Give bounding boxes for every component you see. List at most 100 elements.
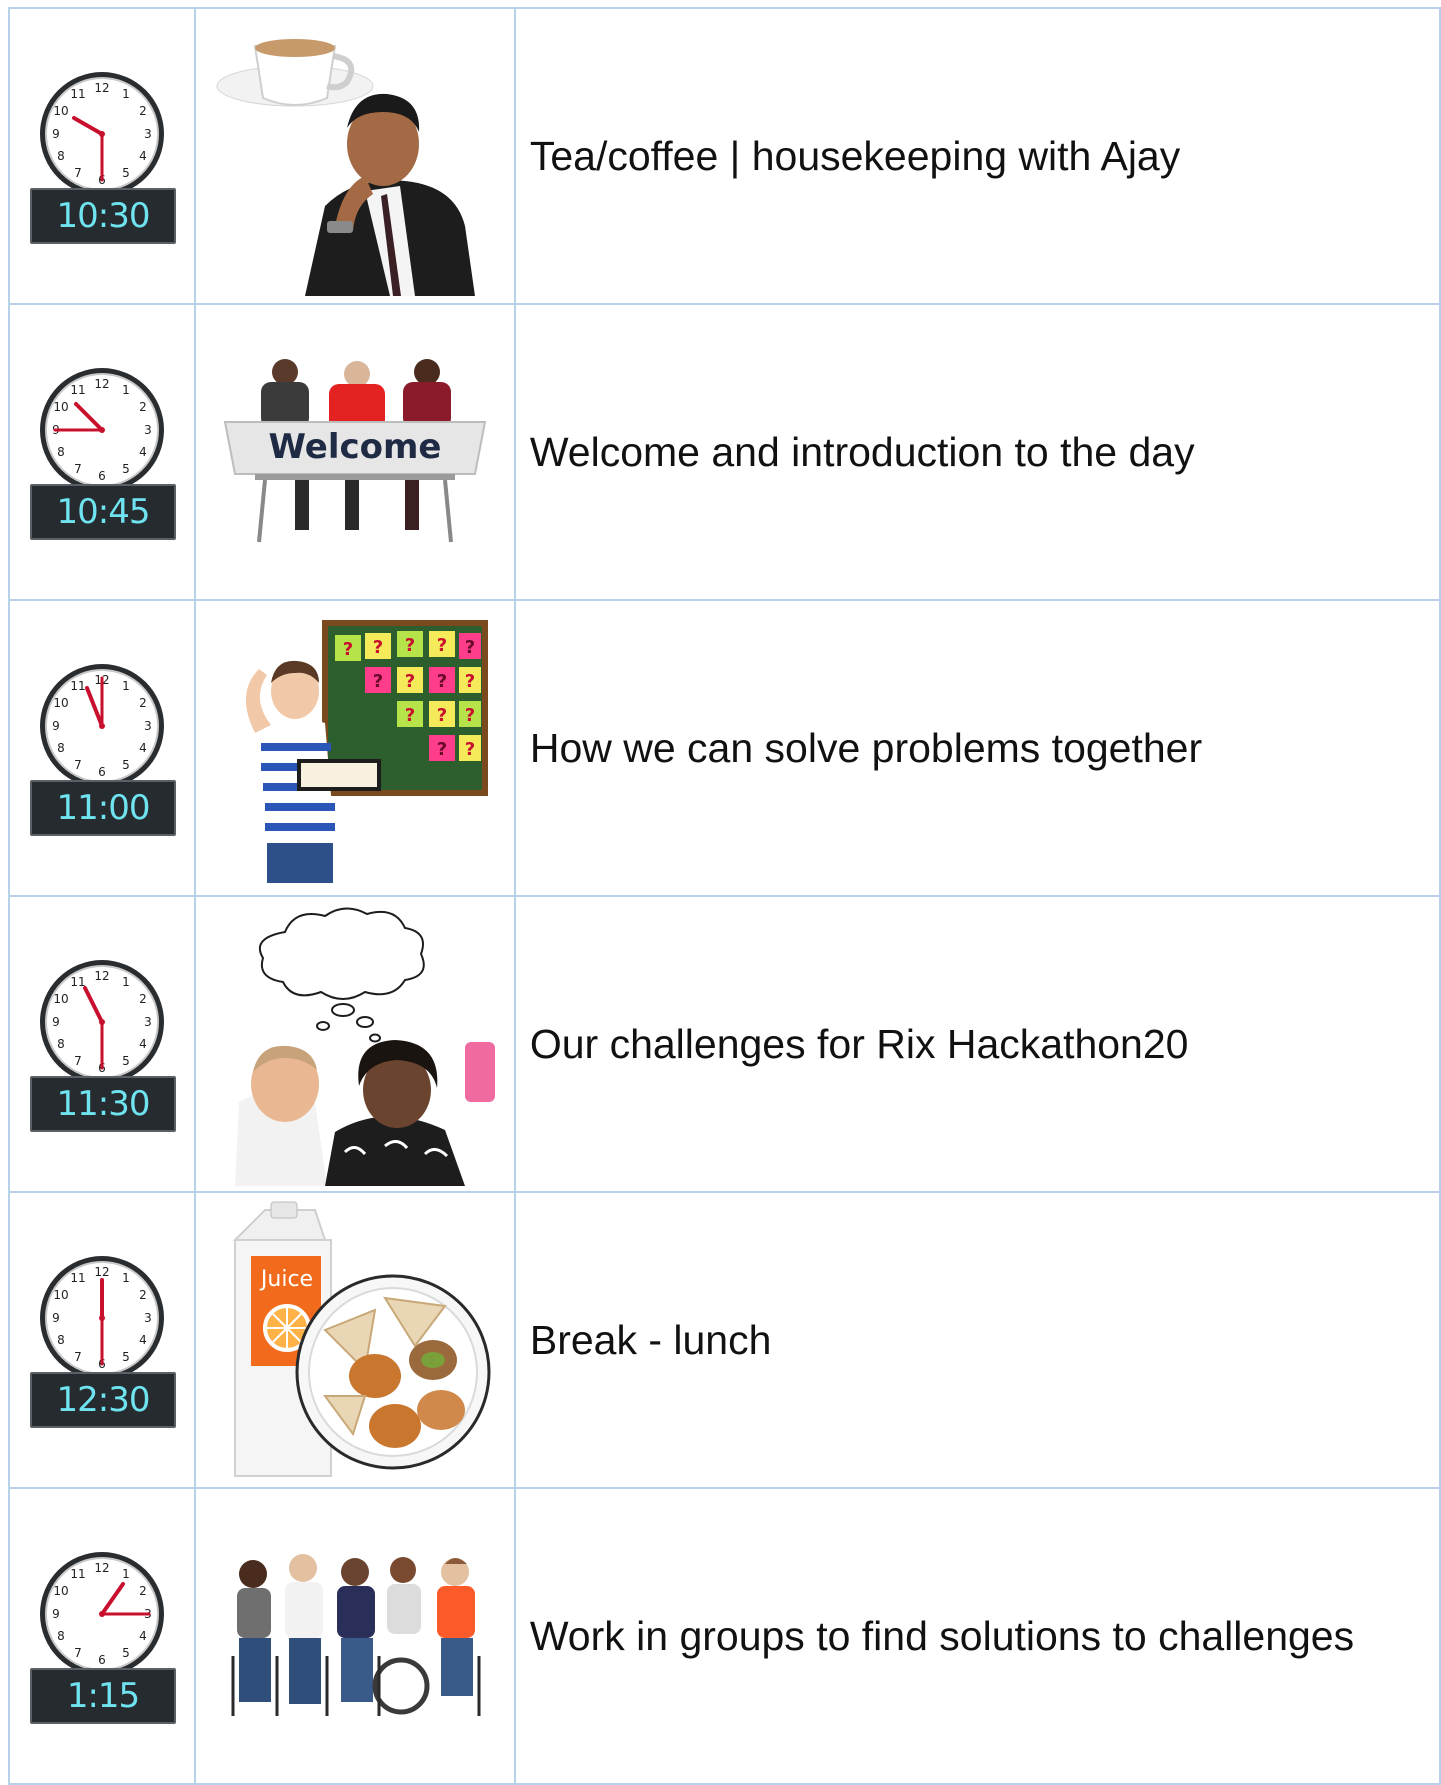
svg-text:?: ? <box>465 637 475 658</box>
svg-text:11: 11 <box>70 87 85 101</box>
svg-text:?: ? <box>405 671 415 692</box>
activity-cell: How we can solve problems together <box>513 599 1441 897</box>
juice-and-sandwiches-icon: Juice <box>196 1200 514 1480</box>
clock-icon: 121234567891011 1:15 <box>27 1550 177 1724</box>
svg-text:12: 12 <box>94 377 109 391</box>
svg-text:10: 10 <box>53 1288 68 1302</box>
svg-text:10: 10 <box>53 1584 68 1598</box>
digital-time-display: 11:00 <box>30 780 177 836</box>
svg-text:1: 1 <box>122 679 130 693</box>
svg-text:4: 4 <box>139 445 147 459</box>
man-question-board-icon: ? ? ? ? ? ? ? ? ? ? ? ? ? ? <box>196 613 514 883</box>
svg-text:1: 1 <box>122 975 130 989</box>
svg-text:11: 11 <box>70 1567 85 1581</box>
svg-text:8: 8 <box>57 149 65 163</box>
svg-text:7: 7 <box>74 1054 82 1068</box>
svg-text:3: 3 <box>144 1311 152 1325</box>
svg-text:4: 4 <box>139 1037 147 1051</box>
digital-time-display: 10:30 <box>30 188 177 244</box>
svg-text:8: 8 <box>57 1333 65 1347</box>
activity-label: Tea/coffee | housekeeping with Ajay <box>529 132 1181 179</box>
group-seated-people-icon <box>196 1546 514 1726</box>
svg-text:6: 6 <box>98 765 106 779</box>
svg-text:11: 11 <box>70 1271 85 1285</box>
svg-text:10: 10 <box>53 992 68 1006</box>
agenda-page: 121234567891011 10:30 <box>0 0 1441 1785</box>
svg-text:11: 11 <box>70 679 85 693</box>
activity-cell: Break - lunch <box>513 1191 1441 1489</box>
svg-text:9: 9 <box>52 1607 60 1621</box>
svg-text:3: 3 <box>144 719 152 733</box>
welcome-sign-text: Welcome <box>268 427 441 467</box>
svg-text:7: 7 <box>74 758 82 772</box>
picture-cell: ? ? ? ? ? ? ? ? ? ? ? ? ? ? <box>194 599 516 897</box>
digital-time-display: 12:30 <box>30 1372 177 1428</box>
svg-text:4: 4 <box>139 741 147 755</box>
picture-cell <box>194 1487 516 1785</box>
svg-text:7: 7 <box>74 166 82 180</box>
clock-cell: 121234567891011 10:45 <box>7 303 197 601</box>
svg-text:?: ? <box>437 671 447 692</box>
activity-cell: Tea/coffee | housekeeping with Ajay <box>513 7 1441 305</box>
activity-cell: Our challenges for Rix Hackathon20 <box>513 895 1441 1193</box>
svg-text:?: ? <box>343 639 353 660</box>
activity-label: Welcome and introduction to the day <box>529 428 1195 475</box>
table-row: 121234567891011 1:15 <box>7 1487 1441 1785</box>
table-row: 121234567891011 11:30 <box>7 895 1441 1193</box>
svg-text:?: ? <box>465 671 475 692</box>
svg-text:4: 4 <box>139 1629 147 1643</box>
svg-text:1: 1 <box>122 1567 130 1581</box>
table-row: 121234567891011 12:30 Juice <box>7 1191 1441 1489</box>
svg-text:6: 6 <box>98 469 106 483</box>
clock-icon: 121234567891011 10:30 <box>27 70 177 244</box>
svg-text:8: 8 <box>57 741 65 755</box>
svg-text:2: 2 <box>139 104 147 118</box>
svg-text:10: 10 <box>53 104 68 118</box>
svg-text:3: 3 <box>144 127 152 141</box>
svg-text:7: 7 <box>74 1646 82 1660</box>
svg-text:?: ? <box>437 739 447 760</box>
svg-text:5: 5 <box>122 166 130 180</box>
clock-icon: 121234567891011 12:30 <box>27 1254 177 1428</box>
svg-text:?: ? <box>405 705 415 726</box>
svg-text:1: 1 <box>122 87 130 101</box>
svg-text:7: 7 <box>74 1350 82 1364</box>
svg-text:5: 5 <box>122 758 130 772</box>
svg-text:2: 2 <box>139 1584 147 1598</box>
picture-cell: Juice <box>194 1191 516 1489</box>
table-row: 121234567891011 10:45 <box>7 303 1441 601</box>
svg-text:9: 9 <box>52 1311 60 1325</box>
svg-text:9: 9 <box>52 127 60 141</box>
svg-text:8: 8 <box>57 445 65 459</box>
welcome-sign-panel-icon: Welcome <box>196 352 514 552</box>
svg-text:?: ? <box>465 739 475 760</box>
svg-text:1: 1 <box>122 383 130 397</box>
svg-text:12: 12 <box>94 969 109 983</box>
svg-text:11: 11 <box>70 383 85 397</box>
svg-text:2: 2 <box>139 400 147 414</box>
clock-cell: 121234567891011 12:30 <box>7 1191 197 1489</box>
picture-cell <box>194 895 516 1193</box>
svg-text:3: 3 <box>144 423 152 437</box>
svg-text:10: 10 <box>53 400 68 414</box>
svg-text:5: 5 <box>122 1054 130 1068</box>
table-row: 121234567891011 11:00 ? ? ? ? <box>7 599 1441 897</box>
svg-text:2: 2 <box>139 696 147 710</box>
svg-text:2: 2 <box>139 1288 147 1302</box>
svg-text:12: 12 <box>94 1265 109 1279</box>
svg-text:5: 5 <box>122 1646 130 1660</box>
digital-time-display: 10:45 <box>30 484 177 540</box>
svg-text:9: 9 <box>52 1015 60 1029</box>
digital-time-display: 1:15 <box>30 1668 177 1724</box>
picture-cell <box>194 7 516 305</box>
svg-text:?: ? <box>437 635 447 656</box>
svg-text:5: 5 <box>122 1350 130 1364</box>
table-row: 121234567891011 10:30 <box>7 7 1441 305</box>
svg-text:2: 2 <box>139 992 147 1006</box>
digital-time-display: 11:30 <box>30 1076 177 1132</box>
svg-text:10: 10 <box>53 696 68 710</box>
svg-text:?: ? <box>373 637 383 658</box>
svg-text:8: 8 <box>57 1037 65 1051</box>
svg-text:?: ? <box>405 635 415 656</box>
svg-text:9: 9 <box>52 719 60 733</box>
